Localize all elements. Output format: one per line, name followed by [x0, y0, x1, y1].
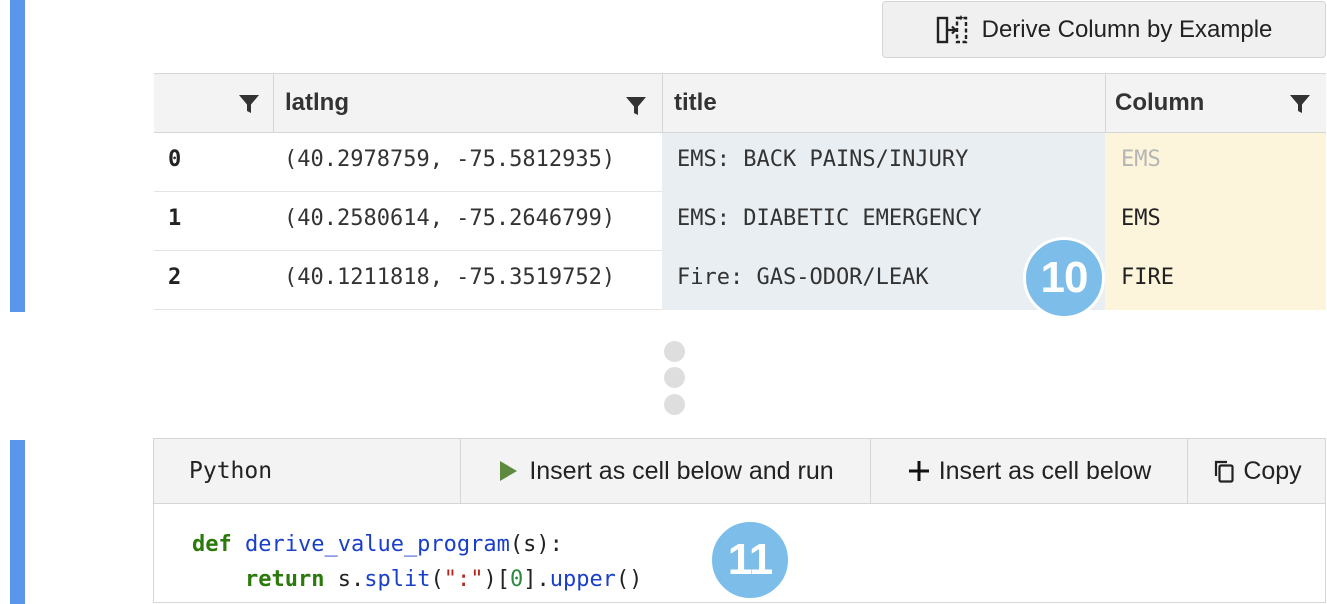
latlng-cell: (40.2978759, -75.5812935)	[284, 147, 616, 172]
table-row: 0 (40.2978759, -75.5812935) EMS: BACK PA…	[154, 133, 1326, 192]
table-row: 2 (40.1211818, -75.3519752) Fire: GAS-OD…	[154, 251, 1326, 310]
play-icon	[500, 461, 518, 481]
copy-icon	[1215, 460, 1234, 483]
insert-cell-label: Insert as cell below	[938, 456, 1152, 485]
code-method: upper	[549, 567, 616, 592]
code-method: split	[364, 567, 431, 592]
code-text: )[	[483, 567, 510, 592]
ellipsis-dot	[664, 341, 685, 362]
code-toolbar: Python Insert as cell below and run Inse…	[154, 439, 1325, 504]
index-header	[154, 73, 273, 133]
derived-cell[interactable]: EMS	[1105, 192, 1326, 251]
insert-and-run-button[interactable]: Insert as cell below and run	[461, 439, 871, 503]
column-header-derived[interactable]: Column	[1106, 73, 1326, 133]
derive-column-label: Derive Column by Example	[981, 15, 1273, 43]
data-grid: latlng title Column 0 (40.2978759, -75.5…	[154, 73, 1326, 310]
code-keyword: return	[244, 567, 325, 592]
code-text: s.	[324, 567, 365, 592]
language-label: Python	[154, 439, 461, 503]
column-header-label: title	[674, 89, 717, 116]
code-text: ()	[615, 567, 643, 592]
code-string: ":"	[443, 567, 484, 592]
row-index: 1	[168, 206, 182, 231]
code-keyword: def	[192, 532, 232, 557]
copy-label: Copy	[1243, 456, 1302, 485]
derive-column-icon	[936, 14, 968, 46]
column-header-label: Column	[1115, 89, 1205, 116]
code-text: ].	[523, 567, 550, 592]
row-index: 0	[168, 147, 182, 172]
latlng-cell: (40.1211818, -75.3519752)	[284, 265, 616, 290]
code-block[interactable]: def derive_value_program(s): return s.sp…	[192, 527, 642, 597]
code-function-name: derive_value_program	[245, 532, 510, 557]
code-text: (s):	[509, 532, 563, 557]
title-cell: EMS: DIABETIC EMERGENCY	[662, 192, 1105, 251]
row-index: 2	[168, 265, 182, 290]
title-cell: EMS: BACK PAINS/INJURY	[662, 133, 1105, 192]
column-header-title[interactable]: title	[663, 73, 1105, 133]
filter-icon[interactable]	[625, 95, 647, 117]
table-row: 1 (40.2580614, -75.2646799) EMS: DIABETI…	[154, 192, 1326, 251]
column-header-latlng[interactable]: latlng	[274, 73, 662, 133]
code-number: 0	[509, 567, 524, 592]
insert-and-run-label: Insert as cell below and run	[529, 456, 834, 485]
filter-icon[interactable]	[1289, 93, 1311, 115]
derive-column-button[interactable]: Derive Column by Example	[882, 1, 1326, 58]
ellipsis-dot	[664, 367, 685, 388]
cell-selection-bar	[10, 440, 25, 604]
derived-cell-suggestion[interactable]: EMS	[1105, 133, 1326, 192]
latlng-cell: (40.2580614, -75.2646799)	[284, 206, 616, 231]
step-badge: 11	[709, 519, 791, 601]
step-badge: 10	[1023, 237, 1105, 319]
derived-cell[interactable]: FIRE	[1105, 251, 1326, 310]
plus-icon	[908, 461, 929, 481]
column-header-label: latlng	[285, 89, 349, 116]
code-text: (	[430, 567, 444, 592]
filter-icon[interactable]	[238, 93, 260, 115]
insert-cell-button[interactable]: Insert as cell below	[871, 439, 1188, 503]
cell-selection-bar	[10, 0, 25, 312]
ellipsis-dot	[664, 394, 685, 415]
copy-button[interactable]: Copy	[1188, 439, 1327, 503]
